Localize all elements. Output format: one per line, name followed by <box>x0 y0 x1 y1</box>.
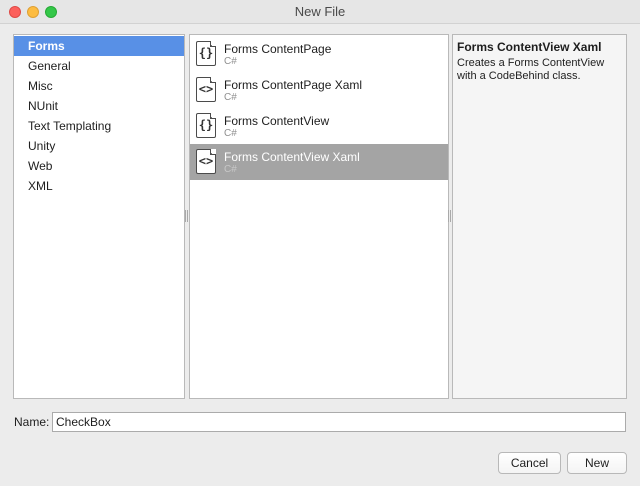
category-item-xml[interactable]: XML <box>14 176 184 196</box>
cancel-button[interactable]: Cancel <box>498 452 561 474</box>
template-list[interactable]: {} Forms ContentPage C# <> Forms Content… <box>189 34 449 399</box>
window-title: New File <box>294 4 346 19</box>
template-language: C# <box>224 92 237 103</box>
description-text: Creates a Forms ContentView with a CodeB… <box>457 57 605 82</box>
category-list[interactable]: Forms General Misc NUnit Text Templating… <box>13 34 185 399</box>
name-label: Name: <box>14 415 50 429</box>
category-item-web[interactable]: Web <box>14 156 184 176</box>
template-item[interactable]: {} Forms ContentView C# <box>190 108 448 144</box>
category-item-nunit[interactable]: NUnit <box>14 96 184 116</box>
template-description-panel: Forms ContentView Xaml Creates a Forms C… <box>452 34 627 399</box>
template-name: Forms ContentPage Xaml <box>224 78 363 92</box>
category-item-forms[interactable]: Forms <box>14 36 184 56</box>
category-item-text-templating[interactable]: Text Templating <box>14 116 184 136</box>
code-braces-file-icon: {} <box>196 41 216 66</box>
template-item[interactable]: {} Forms ContentPage C# <box>190 36 448 72</box>
description-title: Forms ContentView Xaml <box>457 40 602 54</box>
category-item-unity[interactable]: Unity <box>14 136 184 156</box>
template-item[interactable]: <> Forms ContentPage Xaml C# <box>190 72 448 108</box>
template-language: C# <box>224 128 237 139</box>
markup-file-icon: <> <box>196 77 216 102</box>
title-bar: New File <box>0 0 640 24</box>
template-language: C# <box>224 56 237 67</box>
category-item-general[interactable]: General <box>14 56 184 76</box>
template-language: C# <box>224 164 237 175</box>
file-name-input[interactable] <box>52 412 626 432</box>
template-name: Forms ContentPage <box>224 42 332 56</box>
new-button[interactable]: New <box>567 452 627 474</box>
template-name: Forms ContentView <box>224 114 330 128</box>
template-name: Forms ContentView Xaml <box>224 150 360 164</box>
template-item[interactable]: <> Forms ContentView Xaml C# <box>190 144 448 180</box>
markup-file-icon: <> <box>196 149 216 174</box>
code-braces-file-icon: {} <box>196 113 216 138</box>
category-item-misc[interactable]: Misc <box>14 76 184 96</box>
